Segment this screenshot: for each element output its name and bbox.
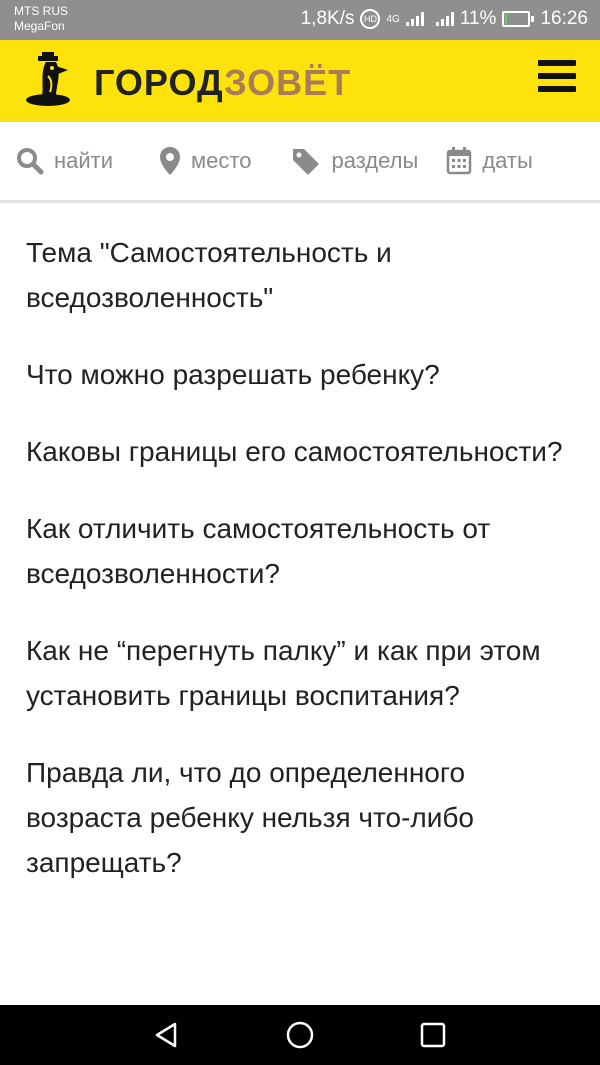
search-filter-button[interactable]: найти [16, 147, 113, 175]
logo-text-part2: ЗОВЁТ [224, 61, 352, 103]
sections-filter-button[interactable]: разделы [291, 146, 418, 176]
question-item: Что можно разрешать ребенку? [26, 359, 440, 390]
search-icon [16, 147, 44, 175]
article-content: Тема "Самостоятельность и вседозволеннос… [26, 230, 574, 917]
clock: 16:26 [540, 8, 588, 29]
carrier-line-1: MTS RUS [14, 4, 68, 18]
network-speed: 1,8K/s [300, 8, 355, 29]
logo[interactable]: ГОРОДЗОВЁТ [22, 52, 351, 113]
dates-filter-label: даты [482, 148, 533, 173]
logo-text: ГОРОДЗОВЁТ [94, 62, 351, 104]
place-filter-button[interactable]: место [159, 146, 251, 176]
logo-text-part1: ГОРОД [94, 61, 225, 103]
question-item: Правда ли, что до определенного возраста… [26, 757, 474, 878]
battery-icon [502, 11, 535, 27]
battery-percent: 11% [459, 8, 497, 29]
signal-strength-2-icon [435, 12, 454, 26]
hd-call-icon: HD [360, 9, 381, 29]
calendar-icon [446, 147, 472, 175]
place-filter-label: место [191, 148, 252, 173]
recents-square-icon[interactable] [418, 1020, 448, 1050]
carrier-line-2: MegaFon [14, 19, 65, 33]
carrier-info: MTS RUS MegaFon [14, 4, 68, 34]
filter-bar: найти место разделы даты [0, 122, 600, 203]
sections-filter-label: разделы [331, 148, 419, 173]
dates-filter-button[interactable]: даты [446, 147, 533, 175]
location-pin-icon [159, 146, 181, 176]
search-filter-label: найти [54, 148, 114, 173]
status-bar: MTS RUS MegaFon 1,8K/s HD 4G 11% 16:26 [0, 0, 600, 40]
signal-strength-icon [405, 12, 424, 26]
hamburger-menu-icon[interactable] [538, 60, 576, 94]
tag-icon [291, 146, 321, 176]
question-item: Как отличить самостоятельность от вседоз… [26, 513, 491, 589]
question-item: Тема "Самостоятельность и вседозволеннос… [26, 237, 392, 313]
hat-mascot-icon [22, 52, 80, 113]
question-item: Как не “перегнуть палку” и как при этом … [26, 635, 541, 711]
home-circle-icon[interactable] [285, 1020, 315, 1050]
system-nav-bar [0, 1005, 600, 1065]
back-triangle-icon[interactable] [152, 1020, 182, 1050]
status-indicators: 1,8K/s HD 4G 11% 16:26 [301, 8, 588, 30]
network-type: 4G [386, 13, 400, 25]
question-item: Каковы границы его самостоятельности? [26, 436, 563, 467]
app-header: ГОРОДЗОВЁТ [0, 40, 600, 122]
